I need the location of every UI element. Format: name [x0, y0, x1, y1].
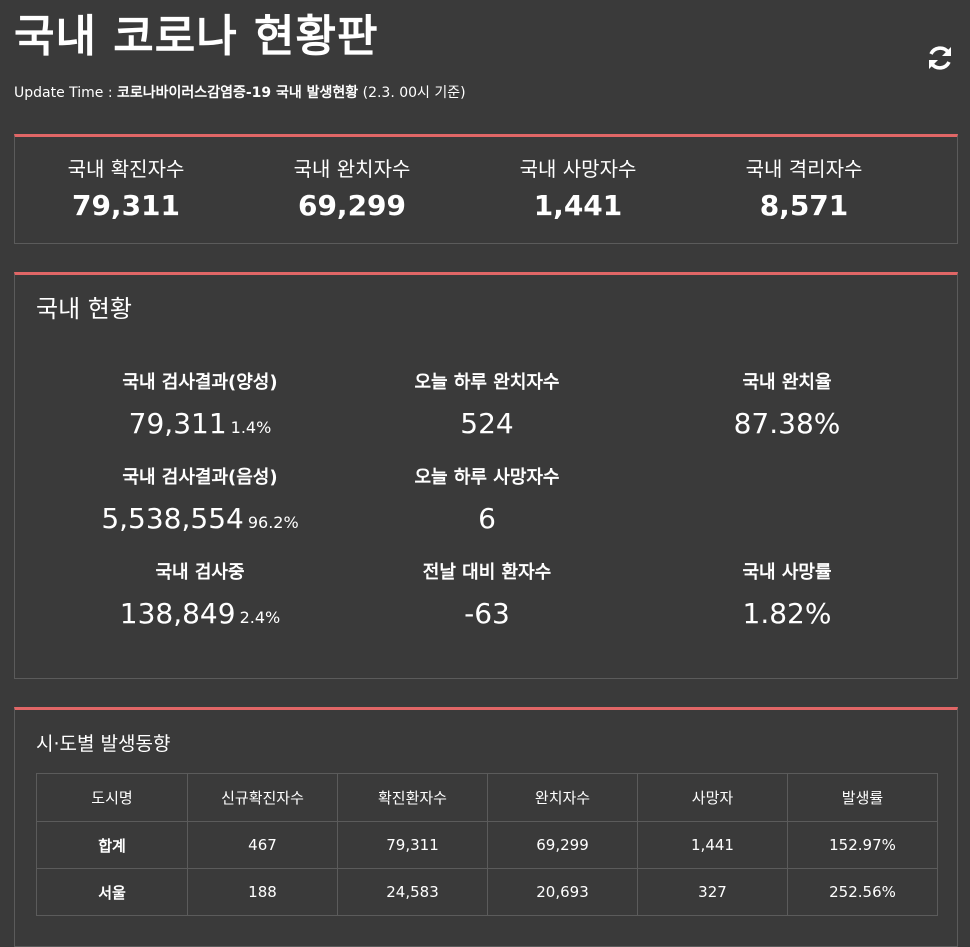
refresh-icon — [929, 46, 951, 70]
stat-testing-number: 138,849 — [119, 597, 236, 630]
summary-recovered-value: 69,299 — [297, 189, 407, 222]
cell-new-confirmed: 467 — [187, 821, 338, 869]
cell-recovered: 69,299 — [487, 821, 638, 869]
col-new-confirmed: 신규확진자수 — [187, 773, 338, 822]
update-time-label: Update Time : — [14, 85, 118, 101]
summary-panel: 국내 확진자수 79,311 국내 완치자수 69,299 국내 사망자수 1,… — [14, 134, 958, 244]
cell-incidence: 252.56% — [787, 868, 938, 916]
stat-recovery-rate-value: 87.38% — [733, 407, 841, 440]
stat-positive-value: 79,311 1.4% — [50, 404, 350, 448]
update-date: (2.3. 00시 기준) — [362, 85, 466, 101]
region-panel: 시·도별 발생동향 도시명 신규확진자수 확진환자수 완치자수 사망자 발생률 … — [14, 707, 958, 947]
stat-positive-number: 79,311 — [128, 407, 227, 440]
stat-positive-pct: 1.4% — [230, 418, 272, 437]
status-panel: 국내 현황 국내 검사결과(양성) 79,311 1.4% 국내 검사결과(음성)… — [14, 272, 958, 679]
col-city: 도시명 — [36, 773, 188, 822]
stat-testing: 국내 검사중 138,849 2.4% — [50, 560, 350, 638]
summary-confirmed-label: 국내 확진자수 — [67, 157, 185, 181]
cell-city: 서울 — [36, 868, 188, 916]
stat-testing-label: 국내 검사중 — [155, 562, 245, 583]
col-incidence: 발생률 — [787, 773, 938, 822]
summary-isolated: 국내 격리자수 8,571 — [693, 155, 915, 225]
cell-city: 합계 — [36, 821, 188, 869]
cell-confirmed: 24,583 — [337, 868, 488, 916]
cell-new-confirmed: 188 — [187, 868, 338, 916]
stat-today-deaths: 오늘 하루 사망자수 6 — [337, 465, 637, 539]
stat-negative-label: 국내 검사결과(음성) — [122, 467, 278, 488]
cell-recovered: 20,693 — [487, 868, 638, 916]
summary-recovered-label: 국내 완치자수 — [293, 157, 411, 181]
stat-testing-value: 138,849 2.4% — [50, 594, 350, 638]
stat-positive-label: 국내 검사결과(양성) — [122, 372, 278, 393]
stat-positive: 국내 검사결과(양성) 79,311 1.4% — [50, 370, 350, 448]
update-source: 코로나바이러스감염증-19 국내 발생현황 — [117, 85, 359, 101]
stat-testing-pct: 2.4% — [239, 608, 281, 627]
cell-confirmed: 79,311 — [337, 821, 488, 869]
col-deaths: 사망자 — [637, 773, 788, 822]
col-confirmed: 확진환자수 — [337, 773, 488, 822]
stat-recovery-rate-label: 국내 완치율 — [742, 372, 832, 393]
stat-negative-value: 5,538,554 96.2% — [50, 499, 350, 543]
page-title: 국내 코로나 현황판 — [14, 11, 379, 62]
stat-death-rate: 국내 사망률 1.82% — [637, 560, 937, 634]
col-recovered: 완치자수 — [487, 773, 638, 822]
stat-recovery-rate: 국내 완치율 87.38% — [637, 370, 937, 444]
summary-isolated-label: 국내 격리자수 — [745, 157, 863, 181]
stat-negative-number: 5,538,554 — [101, 502, 244, 535]
summary-recovered: 국내 완치자수 69,299 — [241, 155, 463, 225]
stat-death-rate-value: 1.82% — [742, 597, 832, 630]
summary-confirmed-value: 79,311 — [71, 189, 181, 222]
summary-deaths: 국내 사망자수 1,441 — [467, 155, 689, 225]
summary-deaths-value: 1,441 — [533, 189, 623, 222]
stat-today-deaths-label: 오늘 하루 사망자수 — [414, 467, 560, 488]
summary-deaths-label: 국내 사망자수 — [519, 157, 637, 181]
stat-death-rate-label: 국내 사망률 — [742, 562, 832, 583]
update-time: Update Time : 코로나바이러스감염증-19 국내 발생현황 (2.3… — [14, 83, 466, 103]
stat-negative: 국내 검사결과(음성) 5,538,554 96.2% — [50, 465, 350, 543]
region-table-header: 도시명 신규확진자수 확진환자수 완치자수 사망자 발생률 — [36, 773, 938, 822]
table-row: 합계 467 79,311 69,299 1,441 152.97% — [36, 821, 938, 869]
region-title: 시·도별 발생동향 — [36, 733, 171, 755]
stat-today-recovered-label: 오늘 하루 완치자수 — [414, 372, 560, 393]
stat-today-deaths-value: 6 — [478, 502, 496, 535]
stat-patient-change-label: 전날 대비 환자수 — [422, 562, 552, 583]
cell-deaths: 327 — [637, 868, 788, 916]
stat-patient-change-value: -63 — [464, 597, 510, 630]
summary-confirmed: 국내 확진자수 79,311 — [15, 155, 237, 225]
stat-negative-pct: 96.2% — [247, 513, 299, 532]
stat-today-recovered: 오늘 하루 완치자수 524 — [337, 370, 637, 444]
region-table: 도시명 신규확진자수 확진환자수 완치자수 사망자 발생률 합계 467 79,… — [36, 773, 938, 916]
table-row: 서울 188 24,583 20,693 327 252.56% — [36, 868, 938, 916]
refresh-button[interactable] — [924, 42, 956, 74]
stat-patient-change: 전날 대비 환자수 -63 — [337, 560, 637, 634]
summary-isolated-value: 8,571 — [759, 189, 849, 222]
cell-deaths: 1,441 — [637, 821, 788, 869]
status-title: 국내 현황 — [36, 295, 132, 323]
region-table-wrap: 도시명 신규확진자수 확진환자수 완치자수 사망자 발생률 합계 467 79,… — [36, 773, 938, 916]
cell-incidence: 152.97% — [787, 821, 938, 869]
stat-today-recovered-value: 524 — [460, 407, 514, 440]
